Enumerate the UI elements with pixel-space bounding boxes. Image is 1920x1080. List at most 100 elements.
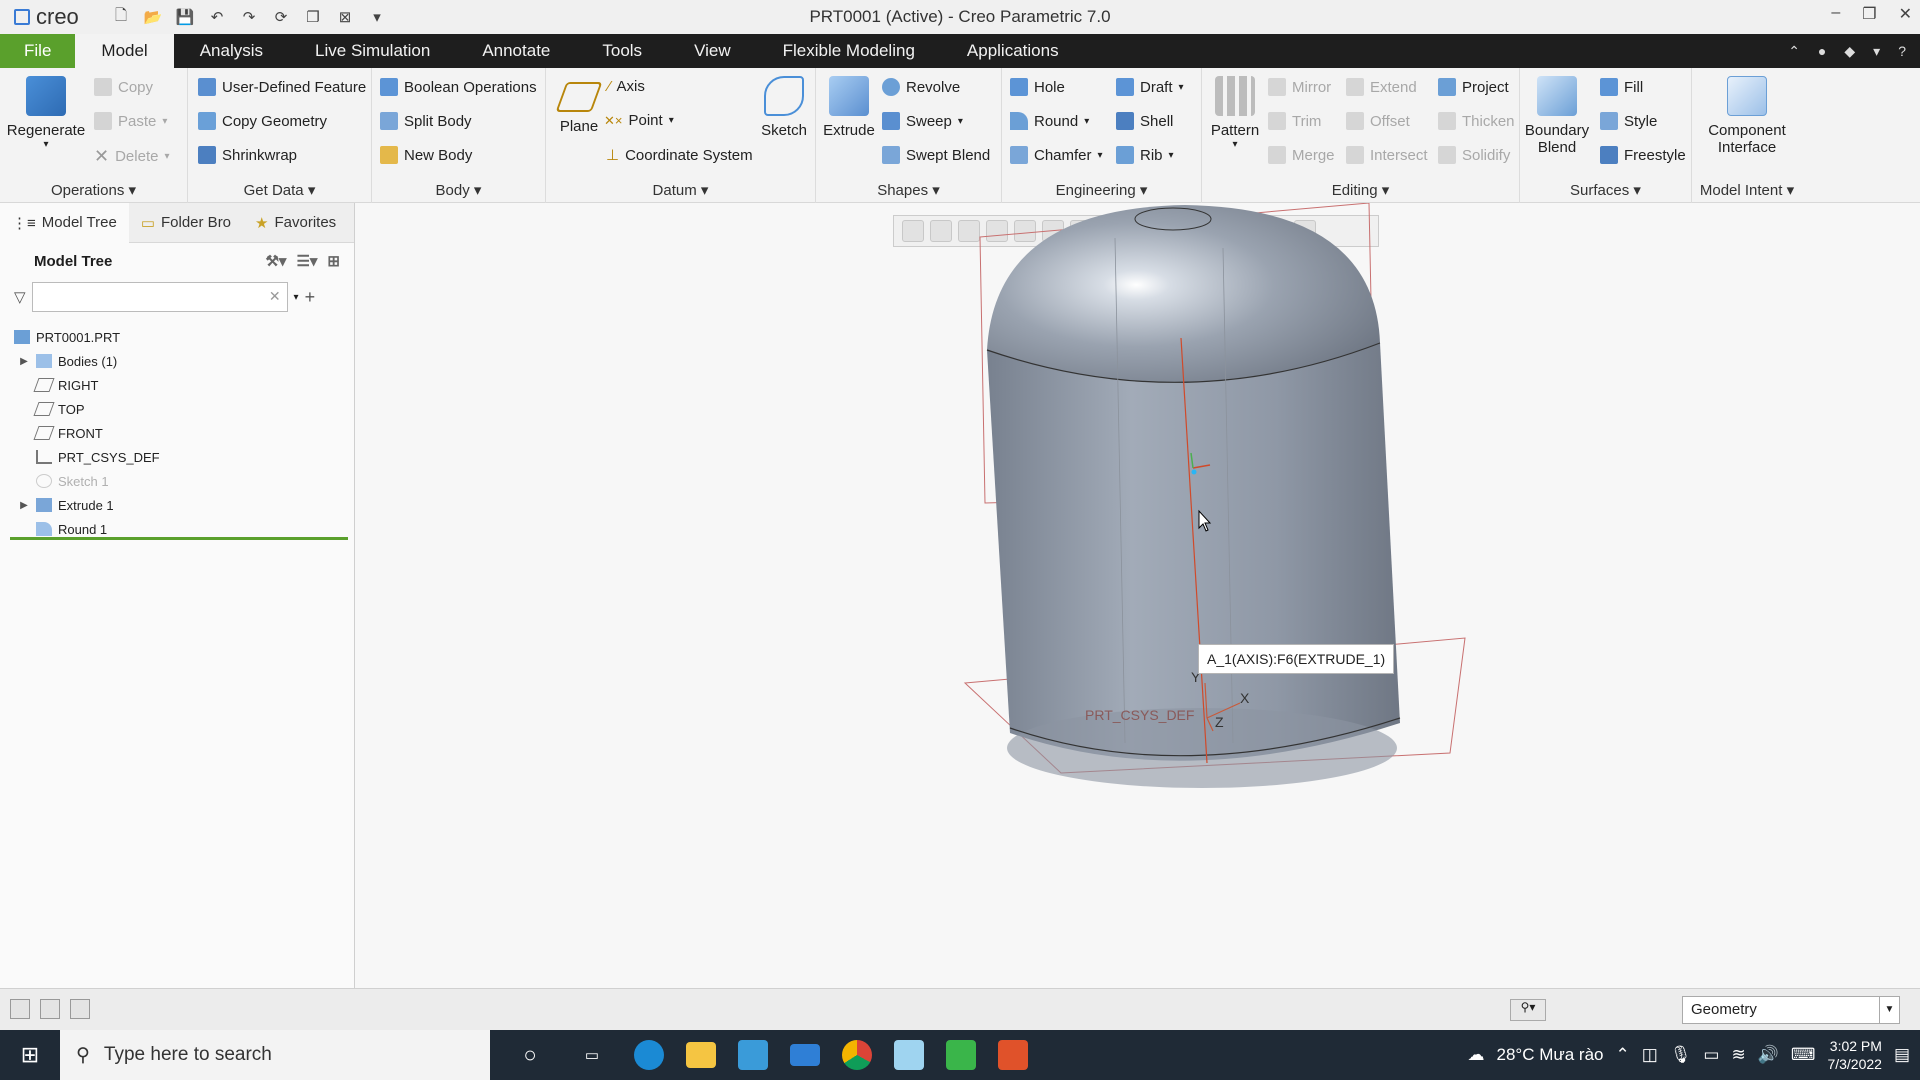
insert-indicator[interactable] (10, 537, 348, 540)
component-interface-button[interactable]: Component Interface (1698, 76, 1796, 156)
coordinate-system-button[interactable]: ⊥ Coordinate System (606, 146, 753, 165)
tree-node-front[interactable]: FRONT (0, 421, 354, 445)
group-label-engineering[interactable]: Engineering ▾ (1002, 181, 1201, 199)
tree-columns-icon[interactable]: ⊞ (327, 252, 340, 270)
customize-qa-icon[interactable]: ▾ (366, 6, 388, 28)
group-label-shapes[interactable]: Shapes ▾ (816, 181, 1001, 199)
tab-folder-browser[interactable]: ▭ Folder Bro (129, 203, 243, 243)
group-label-editing[interactable]: Editing ▾ (1202, 181, 1519, 199)
tree-node-csys[interactable]: PRT_CSYS_DEF (0, 445, 354, 469)
cortana-icon[interactable]: ○ (510, 1035, 550, 1075)
store-icon[interactable] (738, 1040, 768, 1070)
tab-analysis[interactable]: Analysis (174, 34, 289, 68)
regenerate-button[interactable]: Regenerate ▾ (7, 76, 85, 150)
clock[interactable]: 3:02 PM 7/3/2022 (1827, 1037, 1882, 1073)
sweep-button[interactable]: Sweep ▾ (882, 112, 963, 130)
undo-icon[interactable]: ↶ (206, 6, 228, 28)
collapse-ribbon-icon[interactable]: ⌃ (1788, 43, 1800, 60)
solidify-button[interactable]: Solidify (1438, 146, 1510, 164)
group-label-get-data[interactable]: Get Data ▾ (188, 181, 371, 199)
tab-model[interactable]: Model (75, 34, 174, 68)
shell-button[interactable]: Shell (1116, 112, 1173, 130)
tree-show-icon[interactable]: ☰▾ (296, 252, 317, 270)
toggle-browser-icon[interactable] (40, 999, 60, 1019)
thicken-button[interactable]: Thicken (1438, 112, 1515, 130)
tray-overflow-icon[interactable]: ⌃ (1616, 1045, 1630, 1065)
full-screen-icon[interactable] (70, 999, 90, 1019)
tab-annotate[interactable]: Annotate (456, 34, 576, 68)
help-icon[interactable]: ? (1898, 43, 1906, 60)
command-search-icon[interactable]: ◆ (1844, 43, 1855, 60)
fill-button[interactable]: Fill (1600, 78, 1643, 96)
wifi-icon[interactable]: ≋ (1731, 1045, 1745, 1065)
project-button[interactable]: Project (1438, 78, 1509, 96)
style-button[interactable]: Style (1600, 112, 1657, 130)
tab-favorites[interactable]: ★ Favorites (243, 203, 348, 243)
rib-button[interactable]: Rib ▾ (1116, 146, 1174, 164)
copy-geometry-button[interactable]: Copy Geometry (198, 112, 327, 130)
copy-button[interactable]: Copy (94, 78, 153, 96)
revolve-button[interactable]: Revolve (882, 78, 960, 96)
new-body-button[interactable]: New Body (380, 146, 472, 164)
network-icon[interactable]: ◫ (1642, 1045, 1658, 1065)
tree-node-top[interactable]: TOP (0, 397, 354, 421)
edge-icon[interactable] (634, 1040, 664, 1070)
file-explorer-icon[interactable] (686, 1042, 716, 1068)
chamfer-button[interactable]: Chamfer ▾ (1010, 146, 1103, 164)
mail-icon[interactable] (790, 1044, 820, 1066)
weather-text[interactable]: 28°C Mưa rào (1497, 1045, 1604, 1065)
hole-button[interactable]: Hole (1010, 78, 1065, 96)
freestyle-button[interactable]: Freestyle (1600, 146, 1686, 164)
close-window-icon[interactable]: ⊠ (334, 6, 356, 28)
battery-icon[interactable]: ▭ (1703, 1045, 1719, 1065)
tree-node-part[interactable]: PRT0001.PRT (0, 325, 354, 349)
trim-button[interactable]: Trim (1268, 112, 1321, 130)
point-button[interactable]: ✕× Point ▾ (604, 112, 674, 129)
tree-node-extrude[interactable]: ▶ Extrude 1 (0, 493, 354, 517)
find-icon[interactable]: ⚲▾ (1510, 999, 1546, 1021)
chevron-down-icon[interactable]: ▼ (1879, 997, 1899, 1023)
new-file-icon[interactable]: 🗋 (110, 6, 132, 28)
merge-button[interactable]: Merge (1268, 146, 1335, 164)
model-viewport[interactable]: Y X Z PRT_CSYS_DEF (355, 203, 1920, 988)
tree-node-right[interactable]: RIGHT (0, 373, 354, 397)
round-button[interactable]: Round ▾ (1010, 112, 1089, 130)
taskbar-search[interactable]: ⚲ Type here to search (60, 1030, 490, 1080)
camtasia-icon[interactable] (946, 1040, 976, 1070)
chevron-down-icon[interactable]: ▾ (294, 292, 299, 303)
sketch-button[interactable]: Sketch (758, 76, 810, 139)
expand-icon[interactable]: ▶ (16, 500, 32, 511)
draft-button[interactable]: Draft ▾ (1116, 78, 1184, 96)
shrinkwrap-button[interactable]: Shrinkwrap (198, 146, 297, 164)
group-label-operations[interactable]: Operations ▾ (0, 181, 187, 199)
add-icon[interactable]: + (305, 287, 316, 308)
group-label-body[interactable]: Body ▾ (372, 181, 545, 199)
tab-tools[interactable]: Tools (576, 34, 668, 68)
user-icon[interactable]: ● (1818, 43, 1826, 60)
tab-live-simulation[interactable]: Live Simulation (289, 34, 456, 68)
task-view-icon[interactable]: ▭ (572, 1035, 612, 1075)
windows-icon[interactable]: ❐ (302, 6, 324, 28)
chrome-icon[interactable] (842, 1040, 872, 1070)
weather-icon[interactable]: ☁ (1468, 1045, 1485, 1065)
open-file-icon[interactable]: 📂 (142, 6, 164, 28)
tab-view[interactable]: View (668, 34, 757, 68)
mic-icon[interactable]: 🎙 (1670, 1045, 1692, 1065)
axis-button[interactable]: ⁄ Axis (608, 78, 645, 95)
expand-icon[interactable]: ▶ (16, 356, 32, 367)
restore-button[interactable]: ❐ (1862, 4, 1876, 24)
boundary-blend-button[interactable]: Boundary Blend (1524, 76, 1590, 156)
start-button[interactable]: ⊞ (0, 1030, 60, 1080)
split-body-button[interactable]: Split Body (380, 112, 472, 130)
creo-app-icon[interactable] (894, 1040, 924, 1070)
tab-applications[interactable]: Applications (941, 34, 1085, 68)
offset-button[interactable]: Offset (1346, 112, 1410, 130)
group-label-model-intent[interactable]: Model Intent ▾ (1692, 181, 1802, 199)
save-icon[interactable]: 💾 (174, 6, 196, 28)
tab-model-tree[interactable]: ⋮≡ Model Tree (0, 202, 129, 243)
toggle-navigator-icon[interactable] (10, 999, 30, 1019)
tree-node-sketch[interactable]: Sketch 1 (0, 469, 354, 493)
tab-file[interactable]: File (0, 34, 76, 68)
intersect-button[interactable]: Intersect (1346, 146, 1428, 164)
close-button[interactable]: ✕ (1899, 4, 1912, 24)
